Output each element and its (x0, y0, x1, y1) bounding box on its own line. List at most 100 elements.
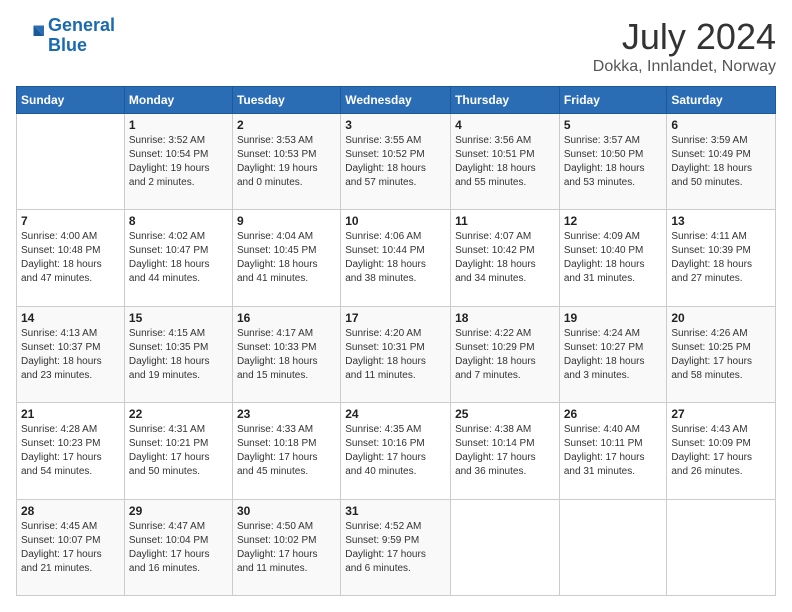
day-number: 17 (345, 311, 446, 325)
calendar-cell: 15 Sunrise: 4:15 AMSunset: 10:35 PMDaylig… (124, 306, 232, 402)
logo-text: General Blue (48, 16, 115, 56)
day-info: Sunrise: 4:35 AMSunset: 10:16 PMDaylight… (345, 423, 446, 479)
calendar-cell: 6Sunrise: 3:59 AMSunset: 10:49 PMDayligh… (667, 114, 776, 210)
calendar-cell: 17Sunrise: 4:20 AMSunset: 10:31 PMDaylig… (341, 306, 451, 402)
calendar-cell: 26 Sunrise: 4:40 AMSunset: 10:11 PMDaylig… (559, 403, 667, 499)
day-number: 12 (564, 214, 663, 228)
calendar-week-row: 21 Sunrise: 4:28 AMSunset: 10:23 PMDaylig… (17, 403, 776, 499)
day-number: 8 (129, 214, 228, 228)
calendar-cell (451, 499, 560, 595)
subtitle: Dokka, Innlandet, Norway (593, 58, 776, 76)
day-number: 29 (129, 504, 228, 518)
day-info: Sunrise: 4:43 AMSunset: 10:09 PMDaylight… (671, 423, 771, 479)
day-info: Sunrise: 4:31 AMSunset: 10:21 PMDaylight… (129, 423, 228, 479)
day-number: 9 (237, 214, 336, 228)
weekday-header: Wednesday (341, 87, 451, 114)
day-info: Sunrise: 4:13 AMSunset: 10:37 PMDaylight… (21, 327, 120, 383)
day-number: 4 (455, 118, 555, 132)
day-info: Sunrise: 4:24 AMSunset: 10:27 PMDaylight… (564, 327, 663, 383)
calendar-cell: 4 Sunrise: 3:56 AMSunset: 10:51 PMDayligh… (451, 114, 560, 210)
day-number: 18 (455, 311, 555, 325)
calendar-cell: 11 Sunrise: 4:07 AMSunset: 10:42 PMDaylig… (451, 210, 560, 306)
calendar-cell: 18 Sunrise: 4:22 AMSunset: 10:29 PMDaylig… (451, 306, 560, 402)
day-number: 5 (564, 118, 663, 132)
calendar-cell: 20Sunrise: 4:26 AMSunset: 10:25 PMDaylig… (667, 306, 776, 402)
logo-line2: Blue (48, 35, 87, 55)
calendar-cell: 19 Sunrise: 4:24 AMSunset: 10:27 PMDaylig… (559, 306, 667, 402)
day-info: Sunrise: 4:04 AMSunset: 10:45 PMDaylight… (237, 230, 336, 286)
calendar-cell: 1 Sunrise: 3:52 AMSunset: 10:54 PMDayligh… (124, 114, 232, 210)
day-number: 16 (237, 311, 336, 325)
calendar-cell: 14 Sunrise: 4:13 AMSunset: 10:37 PMDaylig… (17, 306, 125, 402)
calendar-cell: 8Sunrise: 4:02 AMSunset: 10:47 PMDayligh… (124, 210, 232, 306)
calendar-cell: 23 Sunrise: 4:33 AMSunset: 10:18 PMDaylig… (232, 403, 340, 499)
weekday-header: Thursday (451, 87, 560, 114)
day-number: 19 (564, 311, 663, 325)
day-number: 27 (671, 407, 771, 421)
day-info: Sunrise: 4:47 AMSunset: 10:04 PMDaylight… (129, 520, 228, 576)
day-number: 26 (564, 407, 663, 421)
calendar-header: SundayMondayTuesdayWednesdayThursdayFrid… (17, 87, 776, 114)
day-info: Sunrise: 4:33 AMSunset: 10:18 PMDaylight… (237, 423, 336, 479)
day-number: 21 (21, 407, 120, 421)
day-info: Sunrise: 4:26 AMSunset: 10:25 PMDaylight… (671, 327, 771, 383)
calendar-cell: 22Sunrise: 4:31 AMSunset: 10:21 PMDaylig… (124, 403, 232, 499)
day-number: 2 (237, 118, 336, 132)
day-info: Sunrise: 4:17 AMSunset: 10:33 PMDaylight… (237, 327, 336, 383)
day-info: Sunrise: 4:40 AMSunset: 10:11 PMDaylight… (564, 423, 663, 479)
day-number: 31 (345, 504, 446, 518)
calendar-week-row: 1 Sunrise: 3:52 AMSunset: 10:54 PMDayligh… (17, 114, 776, 210)
calendar-table: SundayMondayTuesdayWednesdayThursdayFrid… (16, 86, 776, 596)
calendar-week-row: 7 Sunrise: 4:00 AMSunset: 10:48 PMDayligh… (17, 210, 776, 306)
day-number: 24 (345, 407, 446, 421)
day-number: 14 (21, 311, 120, 325)
day-info: Sunrise: 3:55 AMSunset: 10:52 PMDaylight… (345, 134, 446, 190)
page: General Blue July 2024 Dokka, Innlandet,… (0, 0, 792, 612)
day-info: Sunrise: 3:57 AMSunset: 10:50 PMDaylight… (564, 134, 663, 190)
day-info: Sunrise: 4:09 AMSunset: 10:40 PMDaylight… (564, 230, 663, 286)
calendar-cell: 2 Sunrise: 3:53 AMSunset: 10:53 PMDayligh… (232, 114, 340, 210)
weekday-header: Monday (124, 87, 232, 114)
day-info: Sunrise: 4:15 AMSunset: 10:35 PMDaylight… (129, 327, 228, 383)
calendar-cell: 10Sunrise: 4:06 AMSunset: 10:44 PMDaylig… (341, 210, 451, 306)
day-info: Sunrise: 4:07 AMSunset: 10:42 PMDaylight… (455, 230, 555, 286)
calendar-cell: 31 Sunrise: 4:52 AMSunset: 9:59 PMDayligh… (341, 499, 451, 595)
day-info: Sunrise: 3:52 AMSunset: 10:54 PMDaylight… (129, 134, 228, 190)
day-number: 1 (129, 118, 228, 132)
day-number: 11 (455, 214, 555, 228)
title-block: July 2024 Dokka, Innlandet, Norway (593, 16, 776, 76)
header: General Blue July 2024 Dokka, Innlandet,… (16, 16, 776, 76)
day-number: 23 (237, 407, 336, 421)
day-number: 13 (671, 214, 771, 228)
day-number: 25 (455, 407, 555, 421)
calendar-cell: 3Sunrise: 3:55 AMSunset: 10:52 PMDayligh… (341, 114, 451, 210)
calendar-cell: 16 Sunrise: 4:17 AMSunset: 10:33 PMDaylig… (232, 306, 340, 402)
day-number: 28 (21, 504, 120, 518)
day-info: Sunrise: 4:52 AMSunset: 9:59 PMDaylight:… (345, 520, 446, 576)
calendar-cell: 25Sunrise: 4:38 AMSunset: 10:14 PMDaylig… (451, 403, 560, 499)
calendar-cell (667, 499, 776, 595)
day-number: 7 (21, 214, 120, 228)
day-info: Sunrise: 4:22 AMSunset: 10:29 PMDaylight… (455, 327, 555, 383)
calendar-cell: 13 Sunrise: 4:11 AMSunset: 10:39 PMDaylig… (667, 210, 776, 306)
calendar-cell: 12 Sunrise: 4:09 AMSunset: 10:40 PMDaylig… (559, 210, 667, 306)
logo: General Blue (16, 16, 115, 56)
day-number: 15 (129, 311, 228, 325)
calendar-cell: 7 Sunrise: 4:00 AMSunset: 10:48 PMDayligh… (17, 210, 125, 306)
day-info: Sunrise: 4:00 AMSunset: 10:48 PMDaylight… (21, 230, 120, 286)
weekday-header: Sunday (17, 87, 125, 114)
weekday-header: Tuesday (232, 87, 340, 114)
calendar-cell: 29 Sunrise: 4:47 AMSunset: 10:04 PMDaylig… (124, 499, 232, 595)
day-info: Sunrise: 4:11 AMSunset: 10:39 PMDaylight… (671, 230, 771, 286)
weekday-header: Friday (559, 87, 667, 114)
calendar-cell (559, 499, 667, 595)
main-title: July 2024 (593, 16, 776, 58)
weekday-header: Saturday (667, 87, 776, 114)
calendar-cell: 30Sunrise: 4:50 AMSunset: 10:02 PMDaylig… (232, 499, 340, 595)
day-info: Sunrise: 3:53 AMSunset: 10:53 PMDaylight… (237, 134, 336, 190)
day-info: Sunrise: 3:56 AMSunset: 10:51 PMDaylight… (455, 134, 555, 190)
day-info: Sunrise: 4:28 AMSunset: 10:23 PMDaylight… (21, 423, 120, 479)
calendar-cell: 27 Sunrise: 4:43 AMSunset: 10:09 PMDaylig… (667, 403, 776, 499)
day-info: Sunrise: 4:45 AMSunset: 10:07 PMDaylight… (21, 520, 120, 576)
day-info: Sunrise: 4:50 AMSunset: 10:02 PMDaylight… (237, 520, 336, 576)
